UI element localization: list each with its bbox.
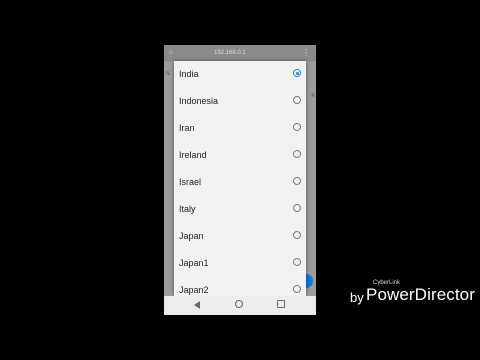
back-icon[interactable] xyxy=(194,298,200,314)
overflow-menu-icon[interactable]: ⋮ xyxy=(302,48,310,57)
country-option-label: India xyxy=(179,69,199,79)
country-option-label: Israel xyxy=(179,177,202,187)
country-option-label: Iran xyxy=(179,123,195,133)
country-option-label: Japan1 xyxy=(179,258,209,268)
recents-icon[interactable] xyxy=(277,298,285,313)
country-option[interactable]: Japan xyxy=(174,223,306,250)
country-option[interactable]: Japan2 xyxy=(174,277,306,296)
radio-unselected-icon[interactable] xyxy=(293,231,301,239)
radio-unselected-icon[interactable] xyxy=(293,177,301,185)
radio-selected-icon[interactable] xyxy=(293,69,301,77)
phone-screen: ⌂ 192.168.0.1 ⋮ N R India Indonesia Iran… xyxy=(164,45,316,315)
country-option[interactable]: Iran xyxy=(174,115,306,142)
radio-unselected-icon[interactable] xyxy=(293,258,301,266)
country-option[interactable]: India xyxy=(174,61,306,88)
country-option-label: Italy xyxy=(179,204,196,214)
radio-unselected-icon[interactable] xyxy=(293,123,301,131)
radio-unselected-icon[interactable] xyxy=(293,150,301,158)
country-option-label: Ireland xyxy=(179,150,207,160)
radio-unselected-icon[interactable] xyxy=(293,96,301,104)
browser-address-bar: ⌂ 192.168.0.1 ⋮ xyxy=(164,45,316,61)
url-text[interactable]: 192.168.0.1 xyxy=(214,50,246,56)
background-text: N xyxy=(166,71,170,77)
country-option-label: Japan2 xyxy=(179,285,209,295)
country-option[interactable]: Indonesia xyxy=(174,88,306,115)
country-option[interactable]: Japan1 xyxy=(174,250,306,277)
background-text: R xyxy=(311,93,315,99)
android-navigation-bar xyxy=(164,296,316,315)
watermark-brand: PowerDirector xyxy=(366,285,475,304)
radio-unselected-icon[interactable] xyxy=(293,285,301,293)
country-option[interactable]: Ireland xyxy=(174,142,306,169)
country-option[interactable]: Italy xyxy=(174,196,306,223)
home-icon[interactable]: ⌂ xyxy=(169,49,173,56)
country-option-label: Japan xyxy=(179,231,204,241)
home-button-icon[interactable] xyxy=(235,298,243,313)
watermark-by: by xyxy=(350,290,364,305)
radio-unselected-icon[interactable] xyxy=(293,204,301,212)
country-picker-dialog: India Indonesia Iran Ireland Israel Ital… xyxy=(174,61,306,296)
country-option[interactable]: Israel xyxy=(174,169,306,196)
country-option-label: Indonesia xyxy=(179,96,219,106)
